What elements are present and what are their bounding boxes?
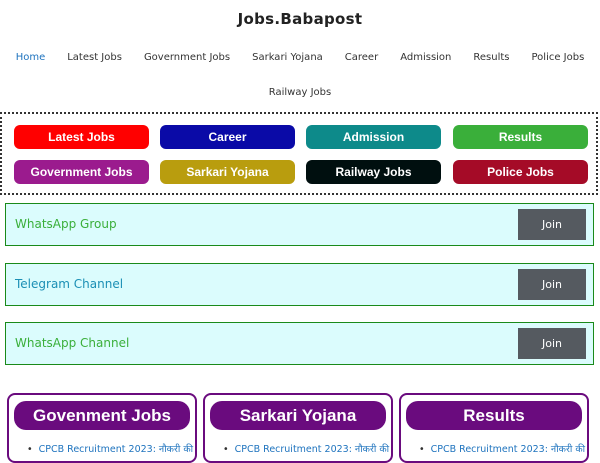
- telegram-channel-box: Telegram Channel Join: [5, 263, 594, 306]
- nav-railway-jobs[interactable]: Railway Jobs: [269, 87, 331, 98]
- telegram-channel-label: Telegram Channel: [15, 277, 124, 291]
- whatsapp-channel-box: WhatsApp Channel Join: [5, 322, 594, 365]
- whatsapp-channel-label: WhatsApp Channel: [15, 336, 130, 350]
- card-title: Govenment Jobs: [14, 401, 190, 430]
- card-list-item[interactable]: CPCB Recruitment 2023: नौकरी की: [223, 442, 393, 455]
- site-title[interactable]: Jobs.Babapost: [0, 10, 600, 28]
- railway-jobs-button[interactable]: Railway Jobs: [306, 160, 441, 184]
- nav-career[interactable]: Career: [345, 52, 378, 63]
- main-nav: Home Latest Jobs Government Jobs Sarkari…: [0, 52, 600, 63]
- admission-button[interactable]: Admission: [306, 125, 441, 149]
- category-button-panel: Latest Jobs Career Admission Results Gov…: [0, 112, 598, 195]
- sarkari-yojana-button[interactable]: Sarkari Yojana: [160, 160, 295, 184]
- police-jobs-button[interactable]: Police Jobs: [453, 160, 588, 184]
- nav-home[interactable]: Home: [16, 52, 46, 63]
- whatsapp-group-join-button[interactable]: Join: [518, 209, 586, 240]
- whatsapp-group-label: WhatsApp Group: [15, 217, 117, 231]
- nav-results[interactable]: Results: [473, 52, 509, 63]
- career-button[interactable]: Career: [160, 125, 295, 149]
- government-jobs-button[interactable]: Government Jobs: [14, 160, 149, 184]
- government-jobs-card: Govenment Jobs CPCB Recruitment 2023: नौ…: [7, 393, 197, 463]
- nav-government-jobs[interactable]: Government Jobs: [144, 52, 230, 63]
- telegram-channel-join-button[interactable]: Join: [518, 269, 586, 300]
- nav-sarkari-yojana[interactable]: Sarkari Yojana: [252, 52, 323, 63]
- card-list-item[interactable]: CPCB Recruitment 2023: नौकरी की: [27, 442, 197, 455]
- nav-latest-jobs[interactable]: Latest Jobs: [67, 52, 122, 63]
- main-nav-row2: Railway Jobs: [0, 87, 600, 98]
- nav-admission[interactable]: Admission: [400, 52, 451, 63]
- sarkari-yojana-card: Sarkari Yojana CPCB Recruitment 2023: नौ…: [203, 393, 393, 463]
- whatsapp-group-box: WhatsApp Group Join: [5, 203, 594, 246]
- nav-police-jobs[interactable]: Police Jobs: [532, 52, 585, 63]
- latest-jobs-button[interactable]: Latest Jobs: [14, 125, 149, 149]
- results-card: Results CPCB Recruitment 2023: नौकरी की: [399, 393, 589, 463]
- card-list-item[interactable]: CPCB Recruitment 2023: नौकरी की: [419, 442, 589, 455]
- card-title: Sarkari Yojana: [210, 401, 386, 430]
- results-button[interactable]: Results: [453, 125, 588, 149]
- card-title: Results: [406, 401, 582, 430]
- whatsapp-channel-join-button[interactable]: Join: [518, 328, 586, 359]
